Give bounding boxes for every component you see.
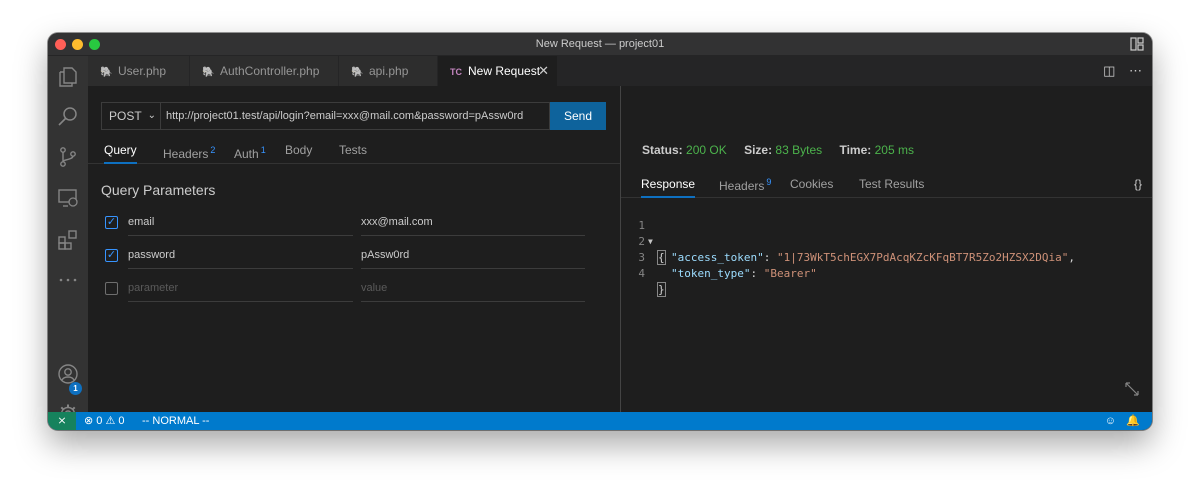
- tab-authcontroller-php[interactable]: 🐘 AuthController.php: [190, 56, 339, 86]
- php-elephant-icon: 🐘: [100, 67, 113, 78]
- code-line: 1 ▼ {: [638, 219, 666, 265]
- url-input[interactable]: http://project01.test/api/login?email=xx…: [161, 102, 550, 130]
- method-select[interactable]: POST ⌄: [101, 102, 161, 130]
- response-status: Status: 200 OK Size: 83 Bytes Time: 205 …: [642, 143, 914, 157]
- problems-indicator[interactable]: ⊗ 0 ⚠ 0: [84, 412, 125, 430]
- title-bar: New Request — project01: [48, 33, 1152, 56]
- more-icon[interactable]: [56, 268, 80, 292]
- request-tabs: Query Headers 2 Auth 1 Body Tests: [88, 138, 620, 164]
- chevron-down-icon: ⌄: [147, 110, 156, 121]
- response-headers-count: 9: [766, 177, 772, 187]
- more-actions-icon[interactable]: ⋯: [1129, 63, 1142, 78]
- headers-count: 2: [210, 145, 216, 155]
- tab-new-request[interactable]: TC New Request ✕: [438, 56, 558, 86]
- response-tabs: Response Headers 9 Cookies Test Results {…: [621, 172, 1152, 198]
- php-elephant-icon: 🐘: [351, 67, 364, 78]
- param-checkbox[interactable]: ✓: [105, 216, 118, 229]
- query-param-row-empty: parameter value: [105, 278, 585, 302]
- param-key-input[interactable]: password: [128, 245, 353, 269]
- close-window-button[interactable]: [55, 39, 66, 50]
- format-json-button[interactable]: {}: [1134, 177, 1142, 191]
- param-key-input[interactable]: parameter: [128, 278, 353, 302]
- php-elephant-icon: 🐘: [202, 67, 215, 78]
- tab-label: api.php: [369, 64, 409, 78]
- tab-label: New Request: [468, 64, 541, 78]
- remote-indicator-icon[interactable]: ⨯: [48, 412, 76, 430]
- code-line: 4 }: [638, 267, 666, 297]
- tab-user-php[interactable]: 🐘 User.php: [88, 56, 190, 86]
- param-value-input[interactable]: pAssw0rd: [361, 245, 585, 269]
- tab-query[interactable]: Query: [104, 138, 137, 164]
- extensions-icon[interactable]: [56, 228, 80, 252]
- activity-bar: 1: [48, 56, 88, 424]
- warning-icon: ⚠: [105, 415, 116, 427]
- send-button[interactable]: Send: [550, 102, 606, 130]
- tab-response[interactable]: Response: [641, 177, 696, 198]
- query-parameters-title: Query Parameters: [101, 182, 216, 198]
- split-editor-icon[interactable]: ◫: [1103, 63, 1115, 78]
- tab-tests[interactable]: Tests: [339, 138, 367, 164]
- response-pane: Status: 200 OK Size: 83 Bytes Time: 205 …: [621, 86, 1152, 412]
- tab-auth[interactable]: Auth 1: [234, 138, 266, 164]
- query-param-row: ✓ email xxx@mail.com: [105, 212, 585, 236]
- code-line: 3 "token_type": "Bearer": [638, 251, 817, 280]
- tab-api-php[interactable]: 🐘 api.php: [339, 56, 438, 86]
- param-key-input[interactable]: email: [128, 212, 353, 236]
- tab-body[interactable]: Body: [285, 138, 312, 164]
- tab-cookies[interactable]: Cookies: [790, 177, 833, 198]
- query-param-row: ✓ password pAssw0rd: [105, 245, 585, 269]
- tab-headers[interactable]: Headers 2: [163, 138, 215, 164]
- tab-label: AuthController.php: [220, 64, 320, 78]
- thunder-client-icon: TC: [450, 67, 462, 77]
- editor-tab-bar: 🐘 User.php 🐘 AuthController.php 🐘 api.php T…: [88, 56, 1152, 86]
- request-pane: POST ⌄ http://project01.test/api/login?e…: [88, 86, 620, 412]
- size-value: 83 Bytes: [775, 143, 823, 157]
- remote-explorer-icon[interactable]: [56, 186, 80, 210]
- time-value: 205 ms: [874, 143, 914, 157]
- param-value-input[interactable]: value: [361, 278, 585, 302]
- tab-label: User.php: [118, 64, 167, 78]
- auth-count: 1: [260, 145, 266, 155]
- search-icon[interactable]: [56, 105, 80, 129]
- minimize-window-button[interactable]: [72, 39, 83, 50]
- explorer-icon[interactable]: [56, 65, 80, 89]
- tab-response-headers[interactable]: Headers 9: [719, 177, 771, 198]
- vim-mode: -- NORMAL --: [142, 415, 210, 427]
- status-value: 200 OK: [686, 143, 727, 157]
- method-value: POST: [109, 109, 142, 123]
- editor-actions: ◫ ⋯: [1103, 56, 1142, 86]
- status-bar: ⨯ ⊗ 0 ⚠ 0 -- NORMAL -- ☺ 🔔: [48, 412, 1152, 430]
- source-control-icon[interactable]: [56, 145, 80, 169]
- param-value-input[interactable]: xxx@mail.com: [361, 212, 585, 236]
- account-badge: 1: [69, 382, 82, 395]
- tab-test-results[interactable]: Test Results: [859, 177, 924, 198]
- maximize-window-button[interactable]: [89, 39, 100, 50]
- window-title: New Request — project01: [535, 38, 665, 50]
- param-checkbox[interactable]: ✓: [105, 249, 118, 262]
- layout-icon[interactable]: [1130, 37, 1144, 51]
- param-checkbox[interactable]: [105, 282, 118, 295]
- close-tab-icon[interactable]: ✕: [538, 56, 549, 86]
- app-window: New Request — project01 1 🐘 User.php 🐘 A…: [48, 33, 1152, 430]
- notifications-bell-icon[interactable]: 🔔: [1126, 412, 1140, 430]
- error-icon: ⊗: [84, 415, 94, 427]
- expand-icon[interactable]: [1124, 381, 1140, 397]
- feedback-icon[interactable]: ☺: [1105, 412, 1116, 430]
- code-line: 2 "access_token": "1|73WkT5chEGX7PdAcqKZ…: [638, 235, 1075, 264]
